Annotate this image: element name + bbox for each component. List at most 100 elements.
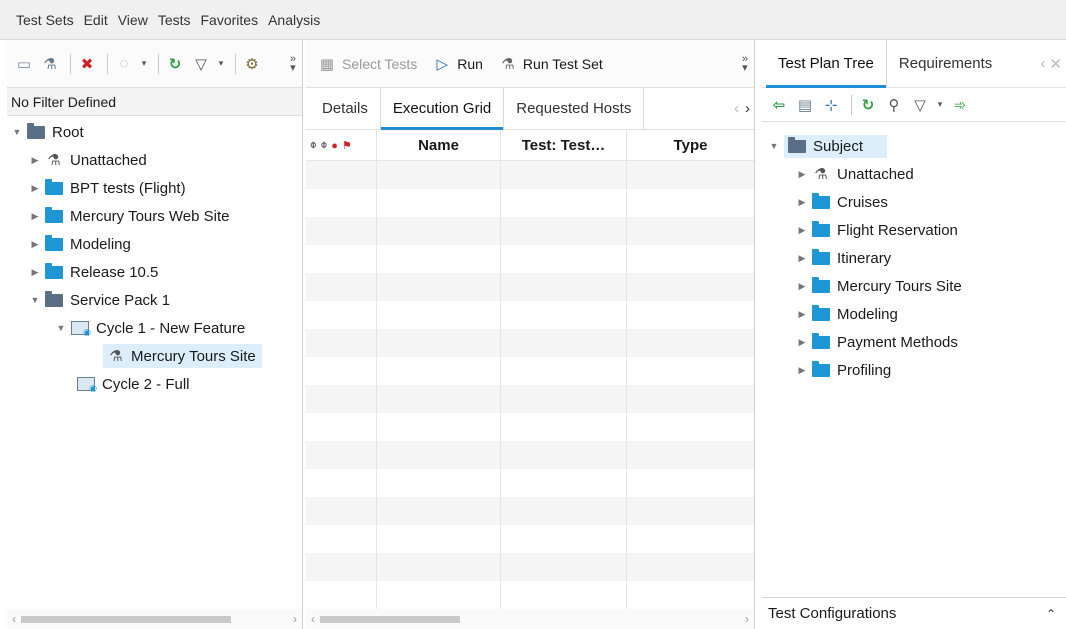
scroll-left-icon[interactable]: ‹ bbox=[306, 612, 320, 626]
tree-node-cruises[interactable]: ▶ Cruises bbox=[762, 188, 1066, 216]
menu-analysis[interactable]: Analysis bbox=[268, 12, 320, 28]
tree-node-modeling[interactable]: ▶ Modeling bbox=[7, 230, 302, 258]
flag-icon[interactable]: ⚑ bbox=[342, 139, 352, 152]
expand-arrow-icon[interactable]: ▶ bbox=[796, 281, 808, 292]
filter-icon[interactable]: ▽ bbox=[190, 53, 212, 75]
table-row[interactable] bbox=[306, 217, 754, 245]
expand-arrow-icon[interactable]: ▶ bbox=[796, 309, 808, 320]
tree-node-root[interactable]: ▼ Root bbox=[7, 118, 302, 146]
clear-icon[interactable]: ◌ bbox=[113, 53, 135, 75]
expand-arrow-icon[interactable]: ▶ bbox=[796, 337, 808, 348]
tree-node-flight-reservation[interactable]: ▶ Flight Reservation bbox=[762, 216, 1066, 244]
horizontal-scrollbar[interactable]: ‹ › bbox=[7, 609, 302, 629]
tab-next-icon[interactable]: › bbox=[745, 100, 750, 117]
overflow-icon[interactable]: » ▾ bbox=[290, 53, 296, 73]
attachment-icon[interactable]: ⌽ bbox=[310, 139, 317, 152]
table-row[interactable] bbox=[306, 441, 754, 469]
tab-prev-icon[interactable]: ‹ bbox=[734, 100, 739, 117]
scroll-right-icon[interactable]: › bbox=[288, 612, 302, 626]
search-icon[interactable]: ⚲ bbox=[883, 94, 905, 116]
tab-details[interactable]: Details bbox=[310, 88, 381, 129]
go-to-icon[interactable]: ➾ bbox=[949, 94, 971, 116]
close-icon[interactable]: ✕ bbox=[1049, 55, 1062, 73]
tree-node-modeling[interactable]: ▶ Modeling bbox=[762, 300, 1066, 328]
tree-node-cycle-1[interactable]: ▼ Cycle 1 - New Feature bbox=[7, 314, 302, 342]
settings-icon[interactable]: ⚙ bbox=[241, 53, 263, 75]
tree-node-unattached[interactable]: ▶ ⚗ Unattached bbox=[762, 160, 1066, 188]
filter-icon[interactable]: ▽ bbox=[909, 94, 931, 116]
expand-arrow-icon[interactable]: ▶ bbox=[29, 267, 41, 278]
expand-up-icon[interactable]: ⌃ bbox=[1046, 607, 1056, 621]
expand-arrow-icon[interactable]: ▶ bbox=[796, 169, 808, 180]
table-row[interactable] bbox=[306, 189, 754, 217]
tree-node-unattached[interactable]: ▶ ⚗ Unattached bbox=[7, 146, 302, 174]
alert-icon[interactable]: ● bbox=[331, 140, 338, 152]
expand-arrow-icon[interactable]: ▶ bbox=[796, 225, 808, 236]
delete-icon[interactable]: ✖ bbox=[76, 53, 98, 75]
run-button[interactable]: Run bbox=[457, 56, 483, 72]
test-configurations-bar[interactable]: Test Configurations ⌃ bbox=[762, 597, 1066, 629]
collapse-arrow-icon[interactable]: ▼ bbox=[768, 141, 780, 151]
expand-arrow-icon[interactable]: ▶ bbox=[29, 239, 41, 250]
expand-arrow-icon[interactable]: ▶ bbox=[796, 197, 808, 208]
column-header-name[interactable]: Name bbox=[376, 131, 500, 160]
menu-view[interactable]: View bbox=[118, 12, 148, 28]
menu-edit[interactable]: Edit bbox=[84, 12, 108, 28]
expand-arrow-icon[interactable]: ▶ bbox=[29, 183, 41, 194]
selected-node[interactable]: ⚗ Mercury Tours Site bbox=[103, 344, 262, 368]
overflow-icon[interactable]: » ▾ bbox=[742, 53, 748, 73]
refresh-icon[interactable]: ↻ bbox=[857, 94, 879, 116]
expand-arrow-icon[interactable]: ▶ bbox=[796, 253, 808, 264]
tree-node-payment-methods[interactable]: ▶ Payment Methods bbox=[762, 328, 1066, 356]
table-row[interactable] bbox=[306, 469, 754, 497]
select-tests-button[interactable]: Select Tests bbox=[342, 56, 417, 72]
table-row[interactable] bbox=[306, 161, 754, 189]
tree-node-itinerary[interactable]: ▶ Itinerary bbox=[762, 244, 1066, 272]
table-row[interactable] bbox=[306, 245, 754, 273]
scroll-right-icon[interactable]: › bbox=[740, 612, 754, 626]
menu-tests[interactable]: Tests bbox=[158, 12, 191, 28]
table-row[interactable] bbox=[306, 553, 754, 581]
new-test-set-icon[interactable]: ⚗ bbox=[39, 53, 61, 75]
table-row[interactable] bbox=[306, 581, 754, 609]
tree-node-profiling[interactable]: ▶ Profiling bbox=[762, 356, 1066, 384]
collapse-arrow-icon[interactable]: ▼ bbox=[11, 127, 23, 137]
menu-test-sets[interactable]: Test Sets bbox=[16, 12, 74, 28]
table-row[interactable] bbox=[306, 497, 754, 525]
tree-node-release[interactable]: ▶ Release 10.5 bbox=[7, 258, 302, 286]
tree-node-subject[interactable]: ▼ Subject bbox=[762, 132, 1066, 160]
dropdown-icon[interactable]: ▾ bbox=[139, 53, 149, 75]
tab-execution-grid[interactable]: Execution Grid bbox=[380, 88, 505, 130]
selected-node[interactable]: Subject bbox=[784, 134, 888, 158]
tab-test-plan-tree[interactable]: Test Plan Tree bbox=[766, 40, 887, 88]
table-row[interactable] bbox=[306, 357, 754, 385]
tree-node-cycle-2[interactable]: Cycle 2 - Full bbox=[7, 370, 302, 398]
table-row[interactable] bbox=[306, 301, 754, 329]
column-header-type[interactable]: Type bbox=[626, 131, 754, 160]
hierarchy-icon[interactable]: ⊹ bbox=[820, 94, 842, 116]
scroll-thumb[interactable] bbox=[320, 615, 460, 623]
tree-node-mercury-tours-site[interactable]: ▶ Mercury Tours Site bbox=[762, 272, 1066, 300]
tree-node-mercury-tours-web-site[interactable]: ▶ Mercury Tours Web Site bbox=[7, 202, 302, 230]
menu-favorites[interactable]: Favorites bbox=[201, 12, 259, 28]
run-test-set-button[interactable]: Run Test Set bbox=[523, 56, 603, 72]
scroll-left-icon[interactable]: ‹ bbox=[7, 612, 21, 626]
tab-requested-hosts[interactable]: Requested Hosts bbox=[504, 88, 645, 129]
tree-node-service-pack[interactable]: ▼ Service Pack 1 bbox=[7, 286, 302, 314]
table-row[interactable] bbox=[306, 385, 754, 413]
table-row[interactable] bbox=[306, 525, 754, 553]
back-arrow-icon[interactable]: ⇦ bbox=[768, 94, 790, 116]
table-row[interactable] bbox=[306, 329, 754, 357]
attachment-icon[interactable]: ⌽ bbox=[321, 139, 328, 152]
dropdown-icon[interactable]: ▾ bbox=[216, 53, 226, 75]
table-row[interactable] bbox=[306, 413, 754, 441]
expand-arrow-icon[interactable]: ▶ bbox=[796, 365, 808, 376]
expand-arrow-icon[interactable]: ▶ bbox=[29, 211, 41, 222]
new-folder-icon[interactable]: ▭ bbox=[13, 53, 35, 75]
details-icon[interactable]: ▤ bbox=[794, 94, 816, 116]
collapse-arrow-icon[interactable]: ▼ bbox=[55, 323, 67, 333]
collapse-arrow-icon[interactable]: ▼ bbox=[29, 295, 41, 305]
expand-arrow-icon[interactable]: ▶ bbox=[29, 155, 41, 166]
scroll-thumb[interactable] bbox=[21, 615, 231, 623]
tree-node-mercury-tours-site[interactable]: ⚗ Mercury Tours Site bbox=[7, 342, 302, 370]
